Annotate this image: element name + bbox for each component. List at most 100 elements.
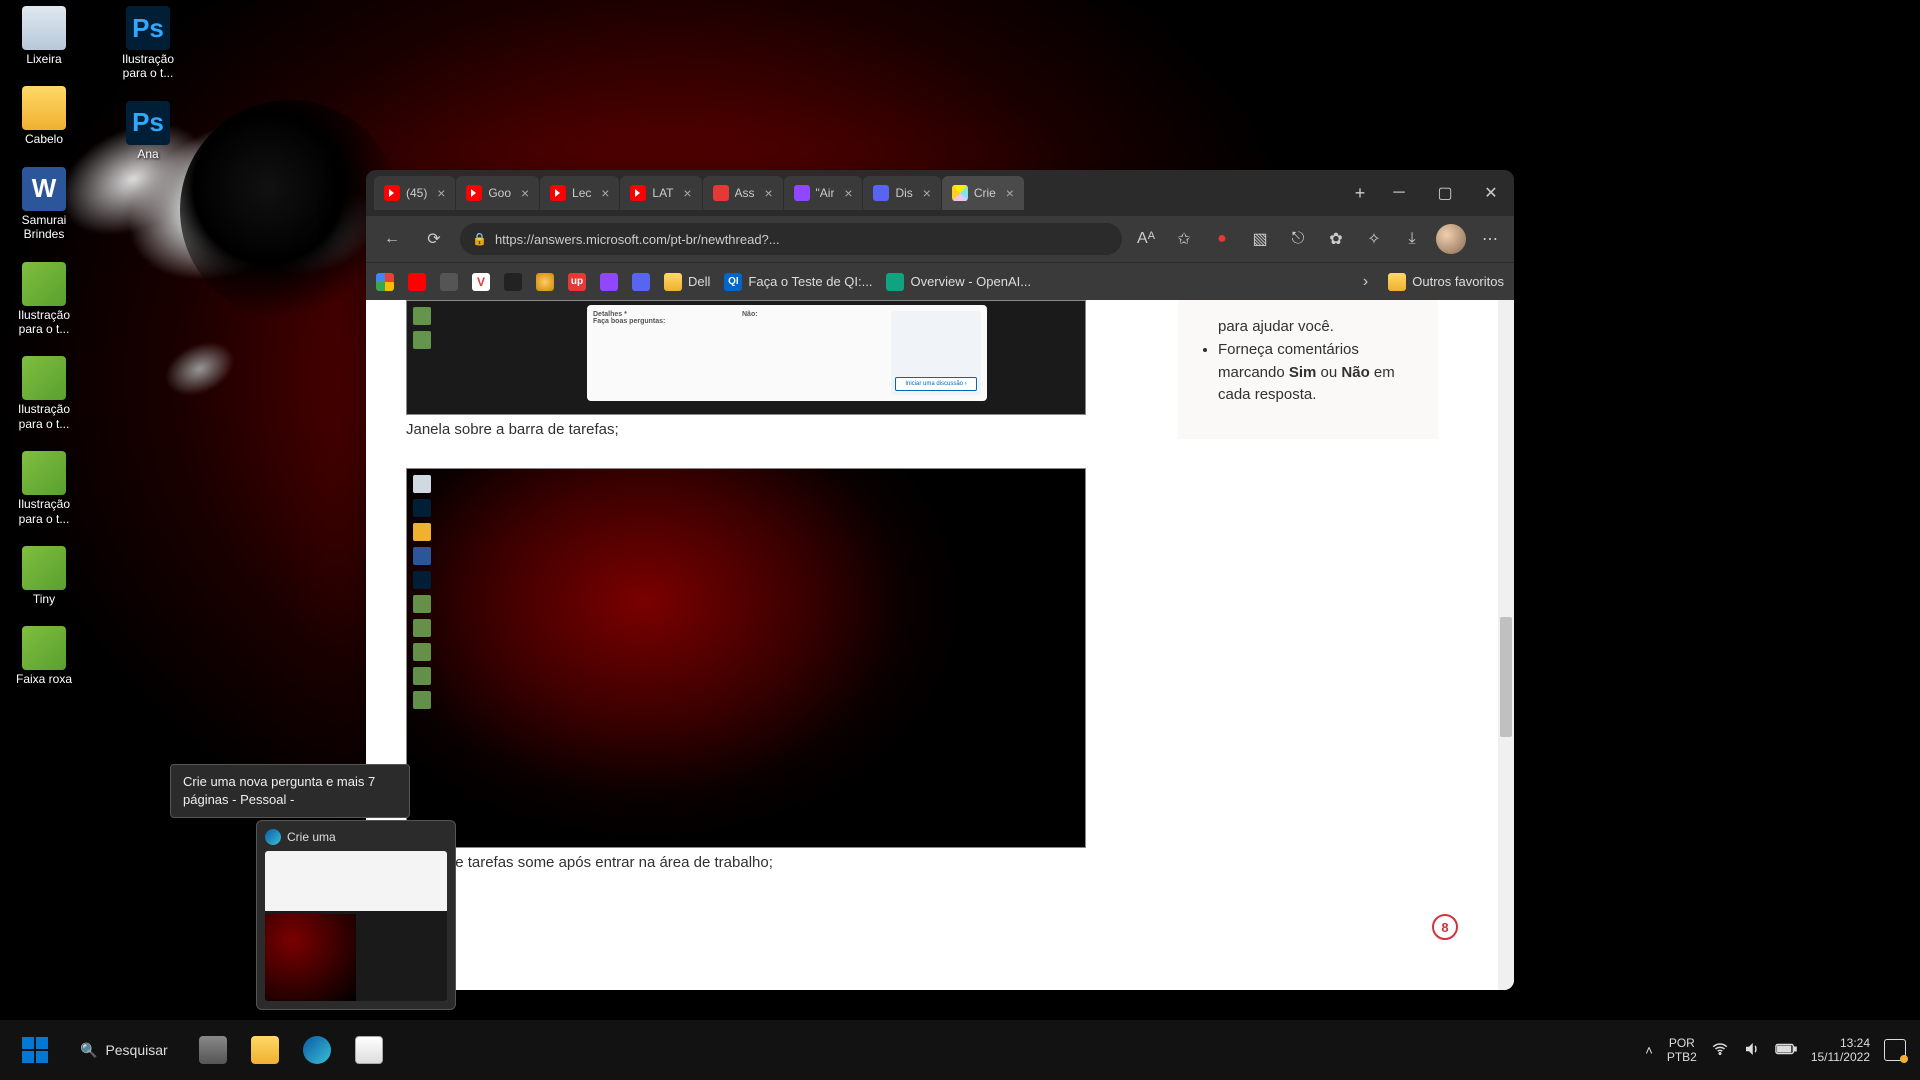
language-indicator[interactable]: POR PTB2 bbox=[1667, 1036, 1697, 1065]
tab-close-icon[interactable]: × bbox=[919, 185, 935, 201]
tab-favicon bbox=[952, 185, 968, 201]
attached-screenshot-1[interactable]: Detalhes *Faça boas perguntas: Não: Inic… bbox=[406, 300, 1086, 415]
tab-close-icon[interactable]: × bbox=[433, 185, 449, 201]
tab-close-icon[interactable]: × bbox=[680, 185, 696, 201]
browser-window: (45)×Goo×Lec×LAT×Ass×"Air×Dis×Crie× + ─ … bbox=[366, 170, 1514, 990]
clock[interactable]: 13:24 15/11/2022 bbox=[1811, 1036, 1870, 1065]
icon-label: Ilustração para o t... bbox=[112, 52, 184, 81]
reader-icon[interactable]: ⎋ bbox=[1284, 225, 1312, 253]
new-tab-button[interactable]: + bbox=[1344, 177, 1376, 209]
start-button[interactable] bbox=[14, 1029, 56, 1071]
edge-icon bbox=[265, 829, 281, 845]
desktop-icon[interactable]: Ilustração para o t... bbox=[8, 356, 80, 431]
bookmark-google[interactable] bbox=[376, 273, 394, 291]
tab-title: Goo bbox=[488, 186, 511, 200]
browser-tab[interactable]: LAT× bbox=[620, 176, 701, 210]
browser-tab[interactable]: Lec× bbox=[540, 176, 619, 210]
bookmark-emoji[interactable] bbox=[536, 273, 554, 291]
read-aloud-icon[interactable]: Aᴬ bbox=[1132, 225, 1160, 253]
folder-icon bbox=[1388, 273, 1406, 291]
desktop-icon[interactable]: Ilustração para o t... bbox=[8, 262, 80, 337]
browser-tab[interactable]: Ass× bbox=[703, 176, 783, 210]
icon-label: Ilustração para o t... bbox=[8, 308, 80, 337]
bookmark-youtube[interactable] bbox=[408, 273, 426, 291]
profile-avatar[interactable] bbox=[1436, 224, 1466, 254]
bookmark-discord[interactable] bbox=[632, 273, 650, 291]
extensions-icon[interactable]: ✿ bbox=[1322, 225, 1350, 253]
other-bookmarks[interactable]: Outros favoritos bbox=[1388, 273, 1504, 291]
tab-close-icon[interactable]: × bbox=[517, 185, 533, 201]
desktop-icon[interactable]: PsIlustração para o t... bbox=[112, 6, 184, 81]
tab-title: (45) bbox=[406, 186, 427, 200]
bookmark-openai[interactable]: Overview - OpenAI... bbox=[886, 273, 1031, 291]
vertical-scrollbar[interactable] bbox=[1498, 300, 1514, 990]
store-button[interactable] bbox=[348, 1029, 390, 1071]
notifications-icon[interactable] bbox=[1884, 1039, 1906, 1061]
file-icon bbox=[22, 451, 66, 495]
volume-icon[interactable] bbox=[1743, 1040, 1761, 1061]
browser-tab[interactable]: "Air× bbox=[784, 176, 863, 210]
desktop-icon[interactable]: Lixeira bbox=[8, 6, 80, 66]
favorites-icon[interactable]: ✧ bbox=[1360, 225, 1388, 253]
wifi-icon[interactable] bbox=[1711, 1040, 1729, 1061]
tab-favicon bbox=[713, 185, 729, 201]
file-icon bbox=[22, 6, 66, 50]
edge-button[interactable] bbox=[296, 1029, 338, 1071]
ext-red-icon[interactable]: ● bbox=[1208, 225, 1236, 253]
browser-tab[interactable]: Goo × bbox=[456, 176, 539, 210]
tab-close-icon[interactable]: × bbox=[840, 185, 856, 201]
taskbar-thumbnail-preview[interactable]: Crie uma bbox=[256, 820, 456, 1010]
close-button[interactable]: ✕ bbox=[1468, 170, 1514, 216]
tab-close-icon[interactable]: × bbox=[597, 185, 613, 201]
bookmark-up[interactable]: up bbox=[568, 273, 586, 291]
battery-icon[interactable] bbox=[1775, 1042, 1797, 1059]
more-icon[interactable]: ⋯ bbox=[1476, 225, 1504, 253]
taskbar-search[interactable]: 🔍 Pesquisar bbox=[66, 1029, 182, 1071]
back-button[interactable]: ← bbox=[376, 223, 408, 255]
tab-favicon bbox=[630, 185, 646, 201]
browser-tab[interactable]: Dis× bbox=[863, 176, 940, 210]
browser-tab[interactable]: (45) × bbox=[374, 176, 455, 210]
scrollbar-thumb[interactable] bbox=[1500, 617, 1512, 737]
file-explorer-button[interactable] bbox=[244, 1029, 286, 1071]
bookmark-v[interactable]: V bbox=[472, 273, 490, 291]
url-field[interactable]: 🔒 https://answers.microsoft.com/pt-br/ne… bbox=[460, 223, 1122, 255]
downloads-icon[interactable]: ⤓ bbox=[1398, 225, 1426, 253]
thumbnail-image bbox=[265, 851, 447, 1001]
tab-close-icon[interactable]: × bbox=[1002, 185, 1018, 201]
desktop-icon[interactable]: Ilustração para o t... bbox=[8, 451, 80, 526]
favorite-star-icon[interactable]: ✩ bbox=[1170, 225, 1198, 253]
file-icon bbox=[22, 356, 66, 400]
tips-pretext: para ajudar você. bbox=[1218, 318, 1416, 335]
caption-2: Barra de tarefas some após entrar na áre… bbox=[406, 854, 1086, 871]
maximize-button[interactable]: ▢ bbox=[1422, 170, 1468, 216]
bookmark-twitch[interactable] bbox=[600, 273, 618, 291]
tab-close-icon[interactable]: × bbox=[761, 185, 777, 201]
desktop-icon[interactable]: PsAna bbox=[112, 101, 184, 161]
folder-icon bbox=[664, 273, 682, 291]
up-icon: up bbox=[568, 273, 586, 291]
bookmarks-overflow-icon[interactable]: › bbox=[1357, 273, 1374, 291]
attached-screenshot-2[interactable] bbox=[406, 468, 1086, 848]
task-view-button[interactable] bbox=[192, 1029, 234, 1071]
ao-icon bbox=[504, 273, 522, 291]
bookmark-qi[interactable]: QIFaça o Teste de QI:... bbox=[724, 273, 872, 291]
desktop-icon[interactable]: Tiny bbox=[8, 546, 80, 606]
page-body[interactable]: Detalhes *Faça boas perguntas: Não: Inic… bbox=[366, 300, 1498, 990]
desktop-icon[interactable]: Cabelo bbox=[8, 86, 80, 146]
browser-tab[interactable]: Crie× bbox=[942, 176, 1024, 210]
bookmark-doc[interactable] bbox=[440, 273, 458, 291]
recording-badge[interactable]: 8 bbox=[1432, 914, 1458, 940]
store-icon bbox=[355, 1036, 383, 1064]
caption-1: Janela sobre a barra de tarefas; bbox=[406, 421, 1086, 438]
bookmark-dell[interactable]: Dell bbox=[664, 273, 710, 291]
desktop-icon[interactable]: Faixa roxa bbox=[8, 626, 80, 686]
bookmark-ao[interactable] bbox=[504, 273, 522, 291]
file-icon bbox=[22, 626, 66, 670]
file-icon: Ps bbox=[126, 6, 170, 50]
desktop-icon[interactable]: WSamurai Brindes bbox=[8, 167, 80, 242]
tray-chevron-icon[interactable]: ˄ bbox=[1645, 1043, 1653, 1058]
refresh-button[interactable]: ⟳ bbox=[418, 223, 450, 255]
minimize-button[interactable]: ─ bbox=[1376, 170, 1422, 216]
image-block-icon[interactable]: ▧ bbox=[1246, 225, 1274, 253]
